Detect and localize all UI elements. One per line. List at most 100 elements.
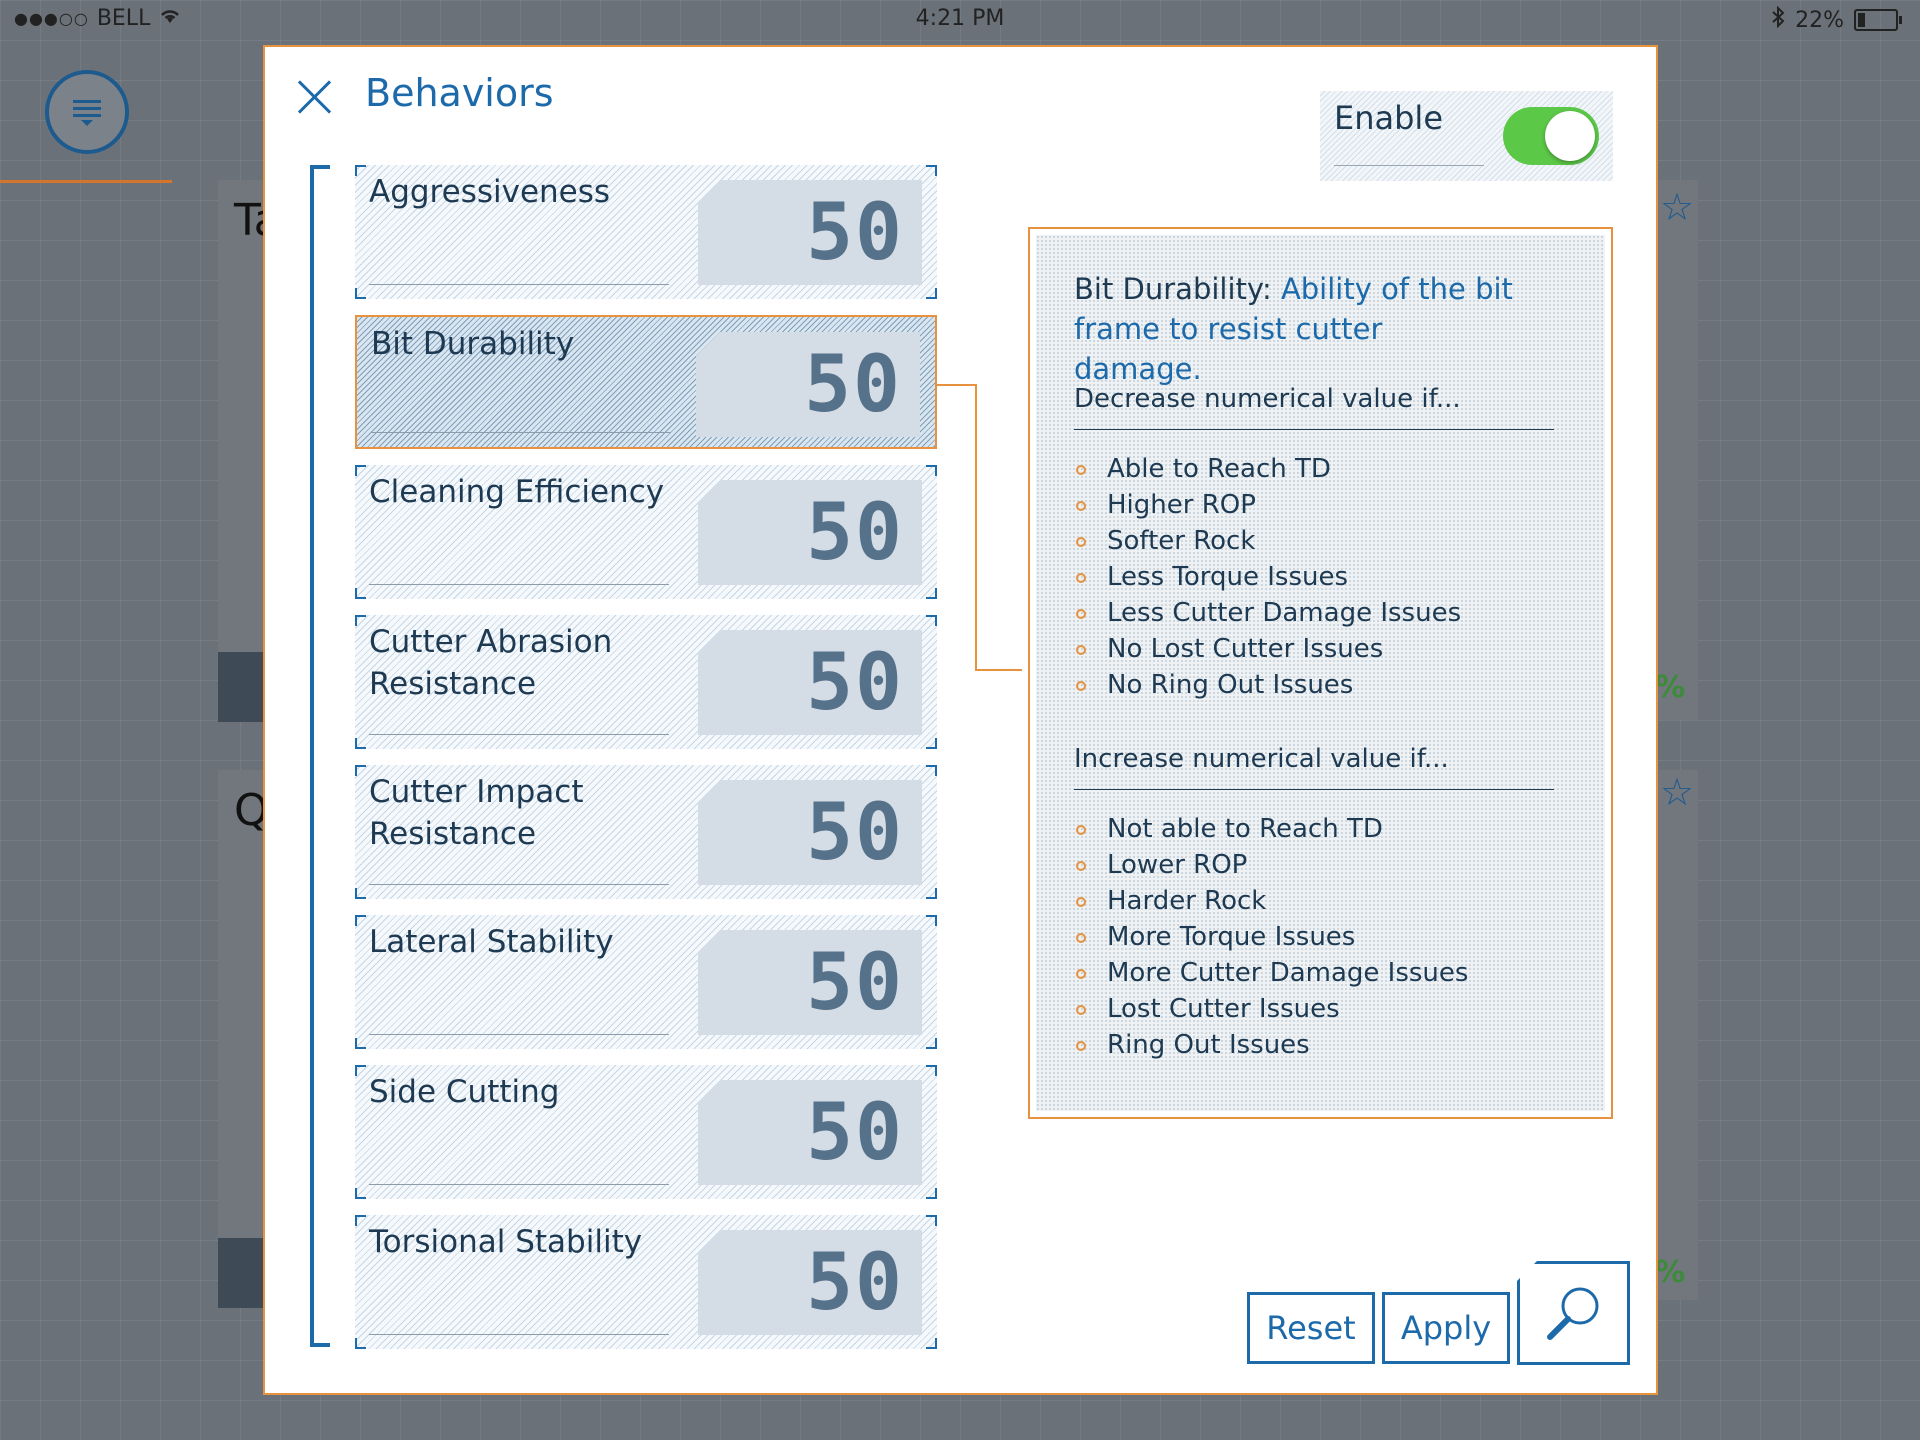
behavior-underline bbox=[369, 734, 669, 735]
behavior-label: Cleaning Efficiency bbox=[369, 474, 665, 510]
bluetooth-icon bbox=[1771, 5, 1785, 34]
behavior-item[interactable]: Torsional Stability 50 bbox=[355, 1215, 937, 1349]
list-item: Softer Rock bbox=[1074, 523, 1461, 559]
list-item: Not able to Reach TD bbox=[1074, 811, 1468, 847]
decrease-title: Decrease numerical value if... bbox=[1074, 384, 1461, 414]
corner-mark bbox=[926, 888, 937, 899]
corner-mark bbox=[355, 1215, 366, 1226]
battery-icon bbox=[1854, 9, 1902, 31]
list-bracket bbox=[310, 165, 330, 1347]
corner-mark bbox=[926, 288, 937, 299]
connector-line bbox=[937, 384, 977, 386]
list-item: Higher ROP bbox=[1074, 487, 1461, 523]
behavior-underline bbox=[369, 1034, 669, 1035]
corner-mark bbox=[926, 165, 937, 176]
divider bbox=[1074, 789, 1554, 790]
star-icon[interactable]: ☆ bbox=[1660, 185, 1694, 229]
corner-mark bbox=[926, 1065, 937, 1076]
behavior-value[interactable]: 50 bbox=[698, 1080, 922, 1185]
enable-underline bbox=[1334, 165, 1484, 166]
behavior-item[interactable]: Cleaning Efficiency 50 bbox=[355, 465, 937, 599]
behavior-item[interactable]: Aggressiveness 50 bbox=[355, 165, 937, 299]
close-icon[interactable] bbox=[293, 75, 337, 119]
corner-mark bbox=[355, 1065, 366, 1076]
behavior-value[interactable]: 50 bbox=[698, 930, 922, 1035]
corner-mark bbox=[926, 1038, 937, 1049]
behavior-value[interactable]: 50 bbox=[698, 180, 922, 285]
behavior-underline bbox=[369, 884, 669, 885]
behavior-value[interactable]: 50 bbox=[698, 630, 922, 735]
corner-mark bbox=[355, 738, 366, 749]
enable-control: Enable bbox=[1320, 91, 1613, 181]
search-button[interactable] bbox=[1517, 1261, 1630, 1365]
list-item: No Ring Out Issues bbox=[1074, 667, 1461, 703]
behavior-value[interactable]: 50 bbox=[698, 1230, 922, 1335]
behavior-label: Torsional Stability bbox=[369, 1224, 643, 1260]
corner-mark bbox=[355, 765, 366, 776]
corner-mark bbox=[926, 1188, 937, 1199]
decrease-list: Able to Reach TD Higher ROP Softer Rock Les… bbox=[1074, 451, 1461, 703]
corner-mark bbox=[355, 915, 366, 926]
background-percent: % bbox=[1655, 1255, 1686, 1290]
corner-mark bbox=[926, 1338, 937, 1349]
behavior-item[interactable]: Lateral Stability 50 bbox=[355, 915, 937, 1049]
list-item: Lost Cutter Issues bbox=[1074, 991, 1468, 1027]
behavior-item[interactable]: Cutter Abrasion Resistance 50 bbox=[355, 615, 937, 749]
corner-mark bbox=[926, 465, 937, 476]
behavior-value[interactable]: 50 bbox=[696, 332, 920, 437]
menu-icon bbox=[73, 100, 101, 126]
modal-title: Behaviors bbox=[365, 71, 554, 115]
corner-mark bbox=[355, 165, 366, 176]
behavior-label: Lateral Stability bbox=[369, 924, 614, 960]
reset-button[interactable]: Reset bbox=[1247, 1292, 1375, 1364]
toggle-knob bbox=[1545, 111, 1595, 161]
behavior-value[interactable]: 50 bbox=[698, 780, 922, 885]
list-item: Ring Out Issues bbox=[1074, 1027, 1468, 1063]
behavior-label: Cutter Abrasion Resistance bbox=[369, 624, 613, 702]
list-item: No Lost Cutter Issues bbox=[1074, 631, 1461, 667]
behavior-item[interactable]: Side Cutting 50 bbox=[355, 1065, 937, 1199]
behavior-detail-panel: Bit Durability: Ability of the bit frame… bbox=[1028, 227, 1613, 1119]
tab-indicator bbox=[0, 180, 172, 183]
status-bar: ●●●○○ BELL 4:21 PM 22% bbox=[0, 0, 1920, 40]
behavior-label: Aggressiveness bbox=[369, 174, 611, 210]
apply-button[interactable]: Apply bbox=[1382, 1292, 1510, 1364]
status-time: 4:21 PM bbox=[915, 6, 1005, 31]
menu-button[interactable] bbox=[45, 70, 129, 154]
search-icon bbox=[1547, 1287, 1599, 1340]
behavior-item[interactable]: Bit Durability 50 bbox=[355, 315, 937, 449]
detail-title: Bit Durability: Ability of the bit frame… bbox=[1074, 269, 1514, 389]
detail-name: Bit Durability: bbox=[1074, 272, 1272, 306]
behaviors-modal: Behaviors Enable Aggressiveness 50 Bit Dur… bbox=[263, 45, 1658, 1395]
battery-percent: 22% bbox=[1795, 7, 1844, 33]
behavior-underline bbox=[369, 584, 669, 585]
star-icon[interactable]: ☆ bbox=[1660, 770, 1694, 814]
corner-mark bbox=[926, 738, 937, 749]
behavior-underline bbox=[369, 1184, 669, 1185]
corner-mark bbox=[355, 1188, 366, 1199]
list-item: Harder Rock bbox=[1074, 883, 1468, 919]
enable-toggle[interactable] bbox=[1503, 107, 1599, 165]
background-percent: % bbox=[1655, 670, 1686, 705]
list-item: Lower ROP bbox=[1074, 847, 1468, 883]
corner-mark bbox=[926, 1215, 937, 1226]
connector-line bbox=[975, 384, 977, 671]
list-item: Able to Reach TD bbox=[1074, 451, 1461, 487]
corner-mark bbox=[926, 765, 937, 776]
corner-mark bbox=[355, 888, 366, 899]
corner-mark bbox=[355, 288, 366, 299]
corner-mark bbox=[355, 1038, 366, 1049]
behavior-item[interactable]: Cutter Impact Resistance 50 bbox=[355, 765, 937, 899]
list-item: Less Cutter Damage Issues bbox=[1074, 595, 1461, 631]
behavior-underline bbox=[369, 284, 669, 285]
divider bbox=[1074, 429, 1554, 430]
corner-mark bbox=[355, 588, 366, 599]
increase-title: Increase numerical value if... bbox=[1074, 744, 1449, 774]
list-item: More Cutter Damage Issues bbox=[1074, 955, 1468, 991]
enable-label: Enable bbox=[1334, 99, 1443, 137]
connector-line bbox=[975, 669, 1022, 671]
behavior-label: Cutter Impact Resistance bbox=[369, 774, 584, 852]
corner-mark bbox=[926, 915, 937, 926]
behavior-value[interactable]: 50 bbox=[698, 480, 922, 585]
behavior-underline bbox=[371, 432, 671, 433]
